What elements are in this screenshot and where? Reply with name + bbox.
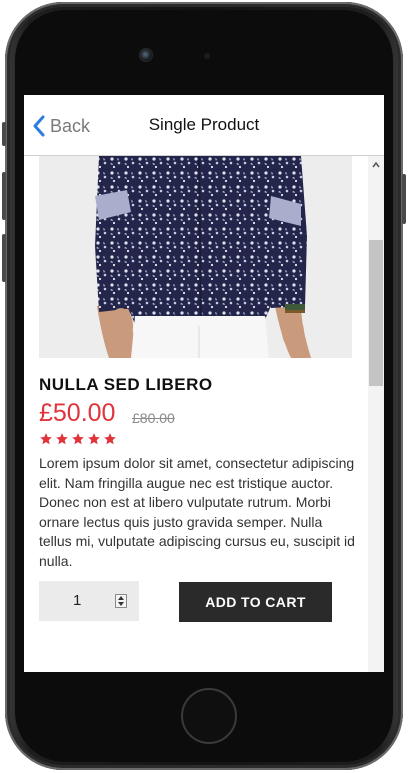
caret-up-icon[interactable] bbox=[372, 162, 380, 168]
product-name: NULLA SED LIBERO bbox=[39, 375, 213, 394]
home-button[interactable] bbox=[181, 688, 237, 744]
product-detail: NULLA SED LIBERO £50.00 £80.00 Lorem ips… bbox=[24, 156, 368, 672]
quantity-stepper[interactable]: 1 bbox=[39, 581, 139, 621]
star-icon bbox=[104, 433, 116, 445]
current-price: £50.00 bbox=[39, 399, 116, 427]
navigation-bar: Back Single Product bbox=[24, 95, 384, 156]
scrollbar-thumb[interactable] bbox=[369, 240, 383, 386]
star-icon bbox=[88, 433, 100, 445]
app-screen: Back Single Product NULLA SED LIBERO £50… bbox=[24, 95, 384, 672]
product-description: Lorem ipsum dolor sit amet, consectetur … bbox=[39, 455, 355, 569]
quantity-value[interactable]: 1 bbox=[73, 592, 81, 609]
mute-switch bbox=[2, 122, 6, 146]
page-title: Single Product bbox=[148, 115, 260, 134]
power-button bbox=[402, 174, 406, 224]
vertical-scrollbar[interactable] bbox=[368, 156, 384, 672]
original-price: £80.00 bbox=[132, 410, 175, 426]
shirt-illustration bbox=[39, 156, 352, 358]
front-camera bbox=[139, 48, 153, 62]
volume-up-button bbox=[2, 172, 6, 220]
quantity-spinner[interactable] bbox=[115, 594, 127, 608]
product-image[interactable] bbox=[39, 156, 352, 358]
star-icon bbox=[72, 433, 84, 445]
star-icon bbox=[56, 433, 68, 445]
star-rating bbox=[39, 432, 117, 446]
volume-down-button bbox=[2, 234, 6, 282]
sensor-dot bbox=[204, 53, 210, 59]
decrement-arrow-icon[interactable] bbox=[116, 601, 126, 607]
star-icon bbox=[40, 433, 52, 445]
add-to-cart-button[interactable]: ADD TO CART bbox=[179, 582, 332, 622]
